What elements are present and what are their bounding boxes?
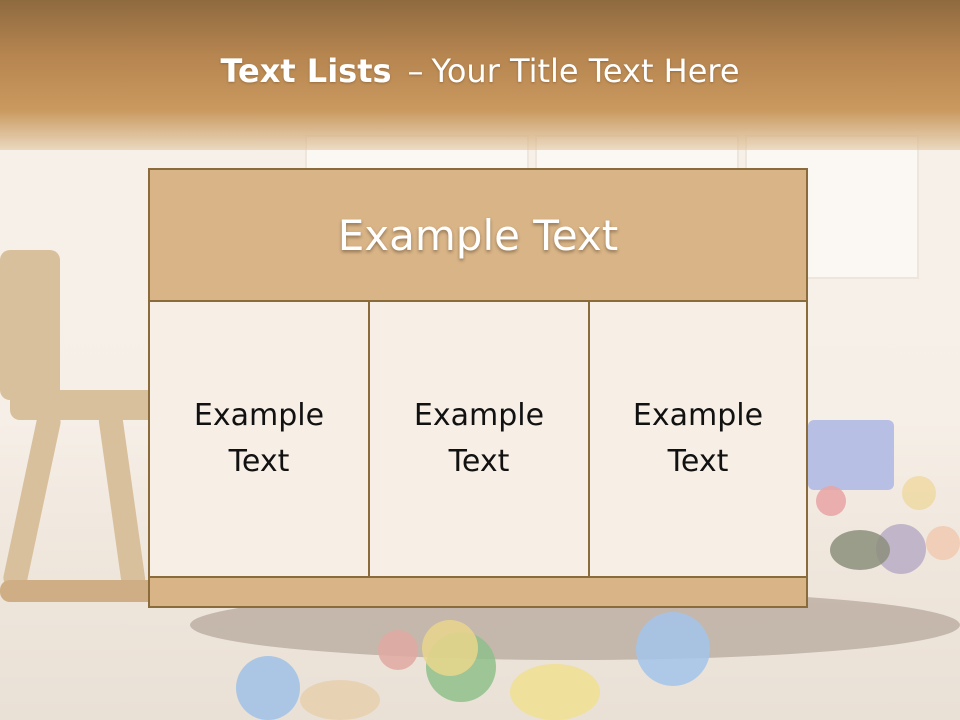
title-subtitle-text: Your Title Text Here bbox=[431, 52, 740, 90]
table-cell[interactable]: Example Text bbox=[150, 302, 368, 576]
table-header-cell[interactable]: Example Text bbox=[150, 170, 806, 300]
title-bold-text: Text Lists bbox=[220, 52, 392, 90]
toy-blocks-image bbox=[808, 420, 894, 490]
table-cell-text: Example Text bbox=[632, 398, 764, 479]
ball-image bbox=[378, 630, 418, 670]
ball-image bbox=[236, 656, 300, 720]
ball-image bbox=[636, 612, 710, 686]
ball-image bbox=[300, 680, 380, 720]
title-separator: – bbox=[407, 52, 424, 90]
text-list-table: Example Text Example Text Example Text E… bbox=[148, 168, 808, 608]
ball-image bbox=[510, 664, 600, 720]
table-body-row: Example Text Example Text Example Text bbox=[150, 302, 806, 576]
table-cell-text: Example Text bbox=[413, 398, 545, 479]
ball-image bbox=[902, 476, 936, 510]
table-cell[interactable]: Example Text bbox=[370, 302, 588, 576]
ball-image bbox=[926, 526, 960, 560]
ball-image bbox=[830, 530, 890, 570]
table-cell-text: Example Text bbox=[193, 398, 325, 479]
slide-title[interactable]: Text Lists – Your Title Text Here bbox=[0, 52, 960, 90]
ball-image bbox=[816, 486, 846, 516]
ball-image bbox=[422, 620, 478, 676]
rocking-horse-image bbox=[0, 240, 170, 620]
table-footer-cell[interactable] bbox=[150, 578, 806, 606]
table-cell[interactable]: Example Text bbox=[590, 302, 806, 576]
